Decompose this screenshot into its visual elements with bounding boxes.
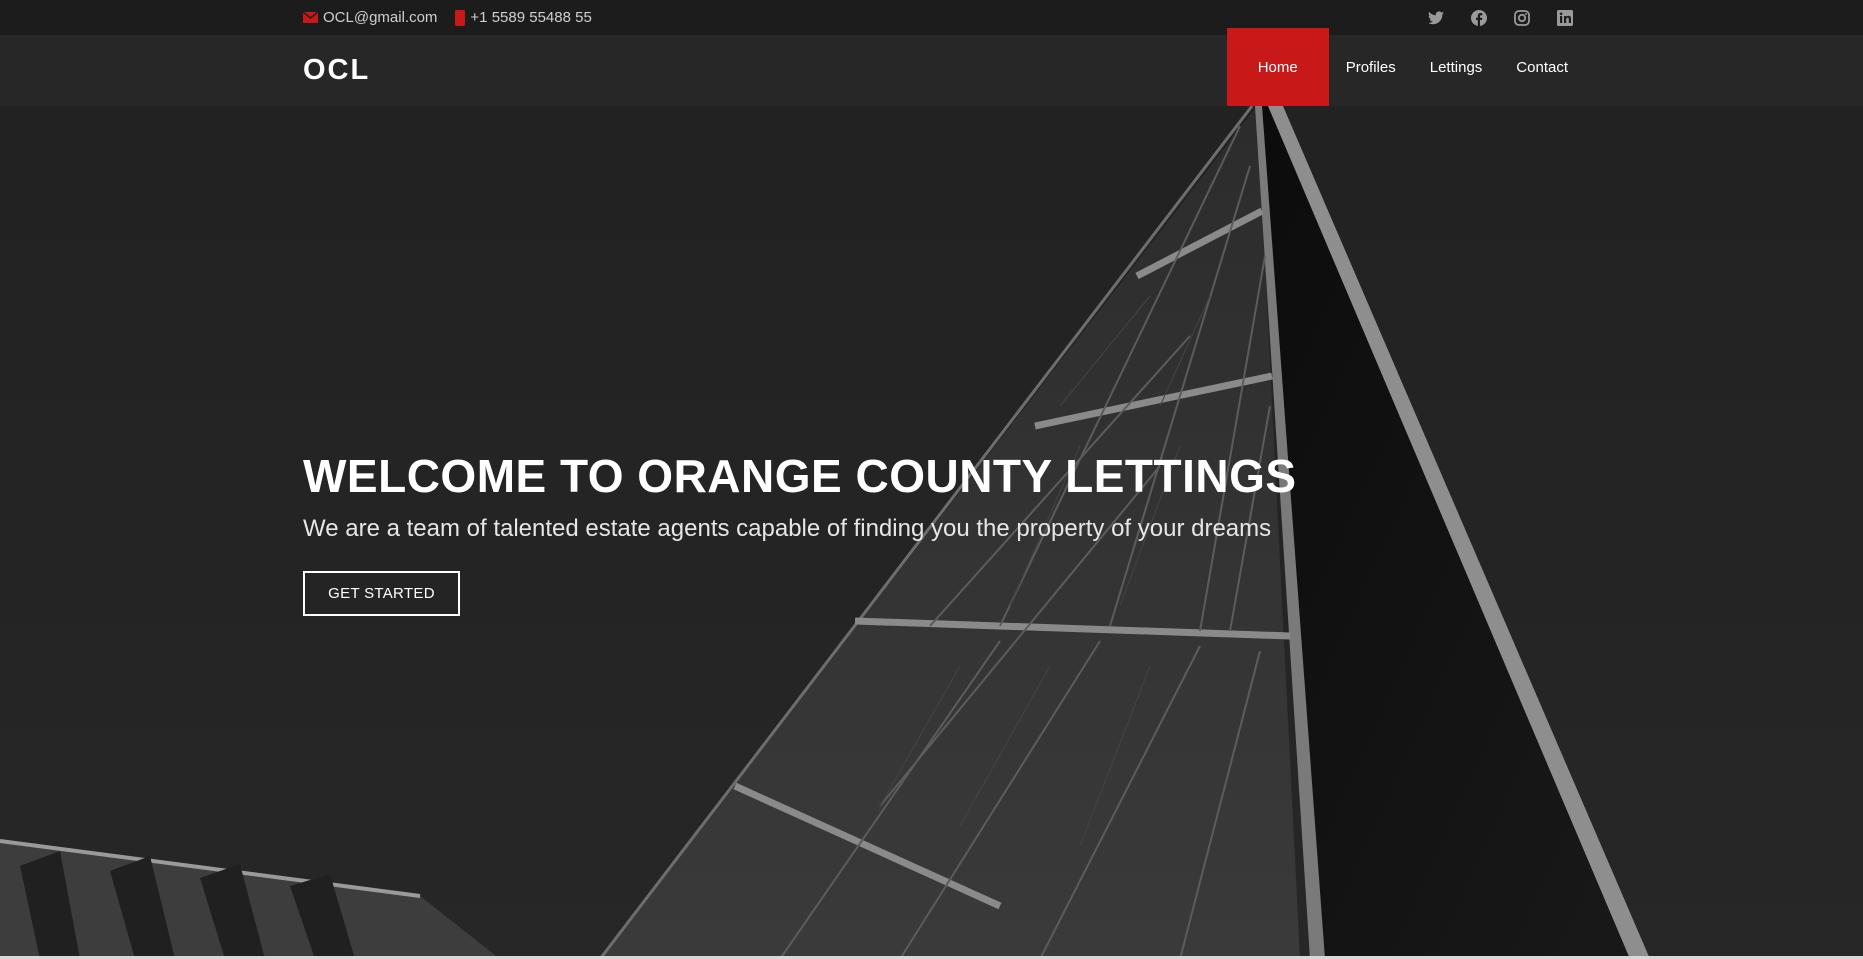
email-item[interactable]: OCL@gmail.com — [303, 9, 437, 26]
phone-text: +1 5589 55488 55 — [470, 9, 592, 26]
email-text: OCL@gmail.com — [323, 9, 438, 26]
site-header: OCL Home Profiles Lettings Contact — [0, 28, 1863, 106]
site-logo[interactable]: OCL — [303, 54, 370, 87]
phone-icon — [455, 9, 466, 26]
nav-profiles[interactable]: Profiles — [1329, 28, 1413, 106]
nav-home[interactable]: Home — [1226, 28, 1329, 106]
facebook-icon[interactable] — [1470, 9, 1487, 26]
phone-item[interactable]: +1 5589 55488 55 — [455, 9, 592, 26]
hero-text: WELCOME TO ORANGE COUNTY LETTINGS We are… — [303, 449, 1297, 543]
main-nav: Home Profiles Lettings Contact — [1226, 28, 1585, 106]
hero-subtitle: We are a team of talented estate agents … — [303, 515, 1272, 542]
linkedin-icon[interactable] — [1556, 9, 1573, 26]
envelope-icon — [303, 12, 318, 23]
nav-lettings[interactable]: Lettings — [1413, 28, 1500, 106]
contact-info: OCL@gmail.com +1 5589 55488 55 — [303, 0, 610, 35]
nav-contact[interactable]: Contact — [1499, 28, 1585, 106]
twitter-icon[interactable] — [1427, 9, 1444, 26]
hero-section: WELCOME TO ORANGE COUNTY LETTINGS We are… — [0, 106, 1863, 959]
get-started-button[interactable]: GET STARTED — [303, 571, 460, 616]
instagram-icon[interactable] — [1513, 9, 1530, 26]
hero-title: WELCOME TO ORANGE COUNTY LETTINGS — [303, 450, 1297, 502]
